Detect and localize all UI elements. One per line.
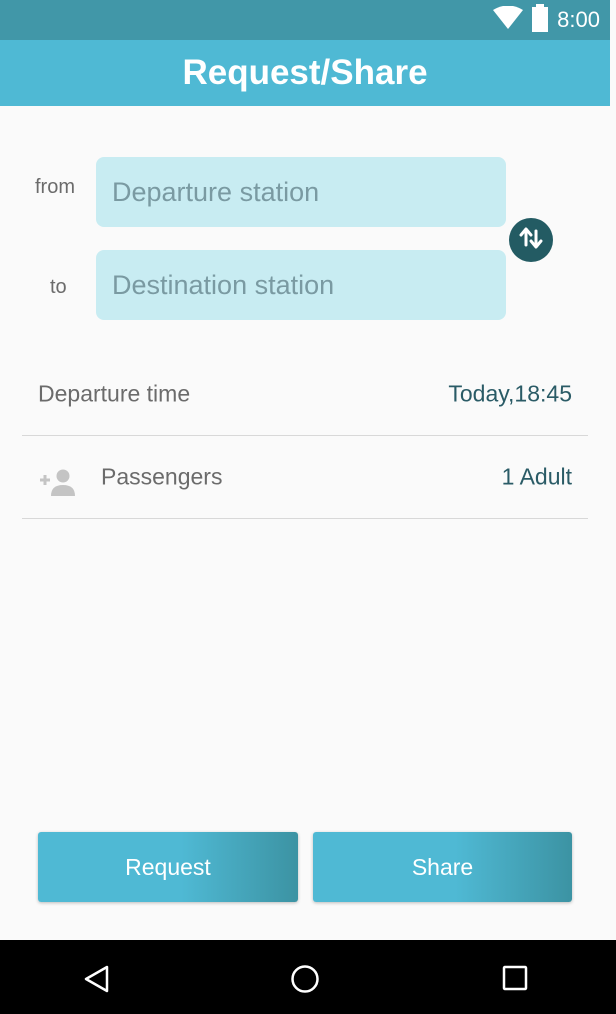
departure-time-row[interactable]: Departure time Today,18:45 xyxy=(22,353,588,436)
page-title: Request/Share xyxy=(182,53,428,92)
passengers-value: 1 Adult xyxy=(501,463,572,490)
add-person-icon xyxy=(38,468,76,501)
swap-vertical-icon xyxy=(518,225,544,256)
swap-stations-button[interactable] xyxy=(509,218,553,262)
home-circle-icon[interactable] xyxy=(290,964,320,994)
to-label: to xyxy=(50,276,67,298)
passengers-row[interactable]: Passengers 1 Adult xyxy=(22,436,588,519)
passengers-label: Passengers xyxy=(101,463,223,490)
app-bar: Request/Share xyxy=(0,40,610,106)
departure-time-label: Departure time xyxy=(38,380,191,407)
departure-time-value: Today,18:45 xyxy=(448,380,572,407)
request-button[interactable]: Request xyxy=(38,832,298,902)
recents-square-icon[interactable] xyxy=(501,964,531,994)
right-edge xyxy=(610,0,616,940)
navigation-bar xyxy=(0,940,616,1014)
status-bar: 8:00 xyxy=(0,0,610,40)
wifi-icon xyxy=(493,5,524,35)
share-button[interactable]: Share xyxy=(313,832,572,902)
destination-station-input[interactable] xyxy=(96,250,506,320)
from-label: from xyxy=(35,176,75,198)
status-time: 8:00 xyxy=(557,7,600,32)
departure-station-input[interactable] xyxy=(96,157,506,227)
battery-icon xyxy=(531,3,549,37)
back-triangle-icon[interactable] xyxy=(82,964,112,994)
